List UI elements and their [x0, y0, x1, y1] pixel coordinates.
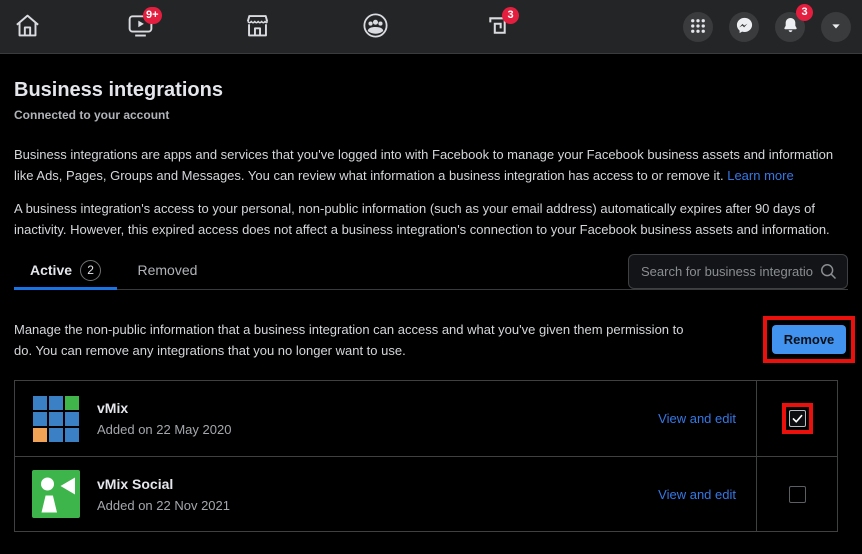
integration-info: vMix Added on 22 May 2020 — [97, 400, 231, 437]
integration-info: vMix Social Added on 22 Nov 2021 — [97, 476, 230, 513]
checkbox-annotation-box — [782, 403, 813, 434]
messenger-button[interactable] — [729, 12, 759, 42]
remove-button[interactable]: Remove — [772, 325, 846, 354]
page-subtitle: Connected to your account — [14, 108, 848, 122]
description-paragraph-1: Business integrations are apps and servi… — [14, 144, 848, 186]
checkbox-vmix-social-unchecked[interactable] — [789, 486, 806, 503]
checkbox-vmix-checked[interactable] — [789, 410, 806, 427]
chevron-down-icon — [828, 18, 844, 37]
menu-button[interactable] — [683, 12, 713, 42]
tab-active-count-badge: 2 — [80, 260, 101, 281]
table-row-vmix: vMix Added on 22 May 2020 View and edit — [15, 381, 837, 456]
integration-name: vMix — [97, 400, 231, 416]
business-integrations-page: Business integrations Connected to your … — [0, 79, 862, 532]
table-row-vmix-social: vMix Social Added on 22 Nov 2021 View an… — [15, 456, 837, 531]
tab-removed-label: Removed — [137, 262, 197, 278]
gaming-badge: 3 — [502, 7, 519, 24]
checkbox-cell-vmix — [756, 381, 837, 456]
manage-text: Manage the non-public information that a… — [14, 319, 704, 361]
view-and-edit-link-vmix[interactable]: View and edit — [658, 411, 756, 426]
menu-grid-icon — [689, 17, 707, 38]
watch-button[interactable]: 9+ — [116, 6, 164, 48]
groups-icon — [361, 11, 390, 43]
search-input[interactable] — [628, 254, 848, 289]
bell-icon — [781, 16, 800, 38]
integration-name: vMix Social — [97, 476, 230, 492]
gaming-button[interactable]: 3 — [473, 6, 521, 48]
integrations-table: vMix Added on 22 May 2020 View and edit — [14, 380, 838, 532]
groups-button[interactable] — [351, 6, 399, 48]
description-text-1: Business integrations are apps and servi… — [14, 147, 833, 183]
integration-added-date: Added on 22 Nov 2021 — [97, 498, 230, 513]
tab-active[interactable]: Active 2 — [14, 253, 117, 290]
notifications-badge: 3 — [796, 4, 813, 21]
watch-badge: 9+ — [143, 7, 162, 24]
remove-button-annotation-box: Remove — [763, 316, 855, 363]
search-box — [628, 254, 848, 289]
tab-active-label: Active — [30, 262, 72, 278]
top-navbar: 9+ 3 — [0, 0, 862, 54]
page-title: Business integrations — [14, 79, 848, 102]
marketplace-icon — [243, 11, 272, 43]
description-paragraph-2: A business integration's access to your … — [14, 198, 848, 240]
navbar-right-controls: 3 — [683, 12, 851, 42]
search-icon — [818, 261, 839, 287]
vmix-social-logo — [32, 470, 80, 518]
vmix-logo — [32, 395, 80, 443]
integration-added-date: Added on 22 May 2020 — [97, 422, 231, 437]
learn-more-link[interactable]: Learn more — [727, 168, 793, 183]
manage-row: Manage the non-public information that a… — [14, 316, 848, 363]
home-icon — [13, 11, 42, 43]
view-and-edit-link-vmix-social[interactable]: View and edit — [658, 487, 756, 502]
account-menu-button[interactable] — [821, 12, 851, 42]
messenger-icon — [735, 16, 754, 38]
tabs-bar: Active 2 Removed — [14, 253, 848, 290]
home-button[interactable] — [3, 6, 51, 48]
marketplace-button[interactable] — [233, 6, 281, 48]
tab-removed[interactable]: Removed — [121, 253, 213, 290]
notifications-button[interactable]: 3 — [775, 12, 805, 42]
checkbox-cell-vmix-social — [756, 457, 837, 531]
